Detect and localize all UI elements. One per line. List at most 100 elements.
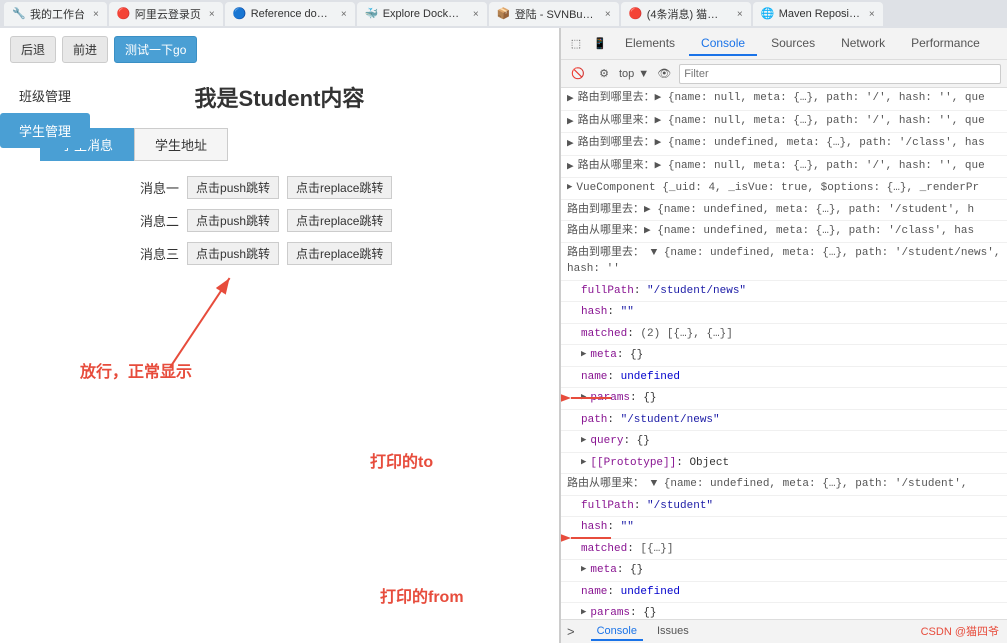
list-item: 消息三 点击push跳转 点击replace跳转 xyxy=(140,242,539,265)
tab-reference[interactable]: 🔵 Reference docum... × xyxy=(225,2,355,26)
console-line: ▶ [[Prototype]]: Object xyxy=(561,453,1007,475)
bottom-issues-label: Issues xyxy=(657,625,689,637)
annotation-dayin-to: 打印的to xyxy=(370,448,433,472)
console-line: name: undefined xyxy=(561,367,1007,389)
inspect-icon[interactable]: ⬚ xyxy=(565,33,587,55)
console-text: 路由从哪里来： ▼ {name: undefined, meta: {…}, p… xyxy=(567,476,1001,493)
console-line: path: "/student/news" xyxy=(561,410,1007,432)
console-line: 路由到哪里去： ▼ {name: undefined, meta: {…}, p… xyxy=(561,243,1007,281)
tab-workbench[interactable]: 🔧 我的工作台 × xyxy=(4,2,107,26)
tab-close-csdn[interactable]: × xyxy=(737,9,743,20)
list-item: 消息一 点击push跳转 点击replace跳转 xyxy=(140,176,539,199)
log-arrow: ▶ xyxy=(567,136,574,153)
bottom-tab-issues[interactable]: Issues xyxy=(651,623,695,641)
console-text: query: {} xyxy=(590,433,1001,450)
tab-docker[interactable]: 🐳 Explore Docker's... × xyxy=(357,2,487,26)
console-line: ▶ params: {} xyxy=(561,603,1007,619)
console-text: 路由到哪里去：▶ {name: undefined, meta: {…}, pa… xyxy=(567,202,1001,219)
console-line: ▶ 路由到哪里去：▶ {name: null, meta: {…}, path:… xyxy=(561,88,1007,111)
console-line: ▶ 路由从哪里来：▶ {name: null, meta: {…}, path:… xyxy=(561,156,1007,179)
news-3-push-btn[interactable]: 点击push跳转 xyxy=(187,242,279,265)
tab-close-svn[interactable]: × xyxy=(605,9,611,20)
tab-close-reference[interactable]: × xyxy=(341,9,347,20)
eye-icon[interactable]: 👁 xyxy=(653,63,675,85)
tab-csdn[interactable]: 🔴 (4条消息) 猫四爷的... × xyxy=(621,2,751,26)
settings-icon[interactable]: ⚙ xyxy=(593,63,615,85)
tab-maven-label: Maven Repository... xyxy=(779,8,861,20)
console-text: meta: {} xyxy=(590,347,1001,364)
news-content: 消息一 点击push跳转 点击replace跳转 消息二 点击push跳转 点击… xyxy=(120,176,539,265)
device-icon[interactable]: 📱 xyxy=(589,33,611,55)
news-3-replace-btn[interactable]: 点击replace跳转 xyxy=(287,242,392,265)
console-text: 路由到哪里去：▶ {name: null, meta: {…}, path: '… xyxy=(578,90,1001,107)
devtools-toolbar: ⬚ 📱 Elements Console Sources Network Per… xyxy=(561,28,1007,60)
back-button[interactable]: 后退 xyxy=(10,36,56,63)
news-2-label: 消息二 xyxy=(140,211,179,230)
console-text: 路由从哪里来：▶ {name: null, meta: {…}, path: '… xyxy=(578,158,1001,175)
console-text: meta: {} xyxy=(590,562,1001,579)
console-text: params: {} xyxy=(590,605,1001,619)
news-2-push-btn[interactable]: 点击push跳转 xyxy=(187,209,279,232)
expand-arrow[interactable]: ▶ xyxy=(581,348,586,362)
expand-arrow[interactable]: ▶ xyxy=(581,456,586,470)
bottom-console-label: Console xyxy=(597,625,637,637)
sidebar-item-class[interactable]: 班级管理 xyxy=(0,78,90,113)
console-line: matched: [{…}] xyxy=(561,539,1007,561)
expand-arrow[interactable]: ▶ xyxy=(581,434,586,448)
tab-performance[interactable]: Performance xyxy=(899,32,992,56)
console-line: ▶ meta: {} xyxy=(561,560,1007,582)
console-text: hash: "" xyxy=(581,304,1001,321)
console-prompt-icon: > xyxy=(567,624,575,639)
console-line: 路由到哪里去：▶ {name: undefined, meta: {…}, pa… xyxy=(561,200,1007,222)
sidebar: 班级管理 学生管理 xyxy=(0,78,90,148)
console-text: 路由到哪里去：▶ {name: undefined, meta: {…}, pa… xyxy=(578,135,1001,152)
console-text: path: "/student/news" xyxy=(581,412,1001,429)
log-arrow: ▶ xyxy=(567,114,574,131)
main-layout: 后退 前进 测试一下go 班级管理 学生管理 我是Student内容 学生消息 … xyxy=(0,28,1007,643)
tab-sources-label: Sources xyxy=(771,36,815,50)
clear-console-icon[interactable]: 🚫 xyxy=(567,63,589,85)
news-1-push-btn[interactable]: 点击push跳转 xyxy=(187,176,279,199)
tab-workbench-label: 我的工作台 xyxy=(30,6,85,22)
aliyun-icon: 🔴 xyxy=(117,7,131,21)
expand-arrow[interactable]: ▶ xyxy=(581,606,586,619)
expand-arrow[interactable]: ▶ xyxy=(567,181,572,195)
console-line: fullPath: "/student/news" xyxy=(561,281,1007,303)
forward-button[interactable]: 前进 xyxy=(62,36,108,63)
filter-input[interactable] xyxy=(679,64,1001,84)
sidebar-student-label: 学生管理 xyxy=(19,124,71,139)
news-1-replace-btn[interactable]: 点击replace跳转 xyxy=(287,176,392,199)
bottom-tab-console[interactable]: Console xyxy=(591,623,643,641)
expand-arrow[interactable]: ▶ xyxy=(581,563,586,577)
sidebar-item-student[interactable]: 学生管理 xyxy=(0,113,90,148)
workbench-icon: 🔧 xyxy=(12,7,26,21)
console-text: fullPath: "/student" xyxy=(581,498,1001,515)
console-line: matched: (2) [{…}, {…}] xyxy=(561,324,1007,346)
console-line: ▶ VueComponent {_uid: 4, _isVue: true, $… xyxy=(561,178,1007,200)
tab-elements[interactable]: Elements xyxy=(613,32,687,56)
tab-network[interactable]: Network xyxy=(829,32,897,56)
test-button[interactable]: 测试一下go xyxy=(114,36,197,63)
tab-maven[interactable]: 🌐 Maven Repository... × xyxy=(753,2,883,26)
expand-arrow[interactable]: ▶ xyxy=(581,391,586,405)
tab-svn[interactable]: 📦 登陆 - SVNBucket × xyxy=(489,2,619,26)
console-text: name: undefined xyxy=(581,369,1001,386)
news-2-replace-btn[interactable]: 点击replace跳转 xyxy=(287,209,392,232)
list-item: 消息二 点击push跳转 点击replace跳转 xyxy=(140,209,539,232)
maven-icon: 🌐 xyxy=(761,7,775,21)
tab-aliyun[interactable]: 🔴 阿里云登录页 × xyxy=(109,2,223,26)
tab-close-docker[interactable]: × xyxy=(473,9,479,20)
tab-network-label: Network xyxy=(841,36,885,50)
tab-console-label: Console xyxy=(701,36,745,50)
tab-sources[interactable]: Sources xyxy=(759,32,827,56)
tab-console[interactable]: Console xyxy=(689,32,757,56)
tab-student-address[interactable]: 学生地址 xyxy=(134,128,228,161)
log-arrow: ▶ xyxy=(567,91,574,108)
tab-close-aliyun[interactable]: × xyxy=(209,9,215,20)
annotation-fanxing: 放行，正常显示 xyxy=(80,358,192,382)
context-arrow: ▼ xyxy=(638,68,649,80)
tab-elements-label: Elements xyxy=(625,36,675,50)
tab-close-workbench[interactable]: × xyxy=(93,9,99,20)
tab-close-maven[interactable]: × xyxy=(869,9,875,20)
console-output[interactable]: ▶ 路由到哪里去：▶ {name: null, meta: {…}, path:… xyxy=(561,88,1007,619)
